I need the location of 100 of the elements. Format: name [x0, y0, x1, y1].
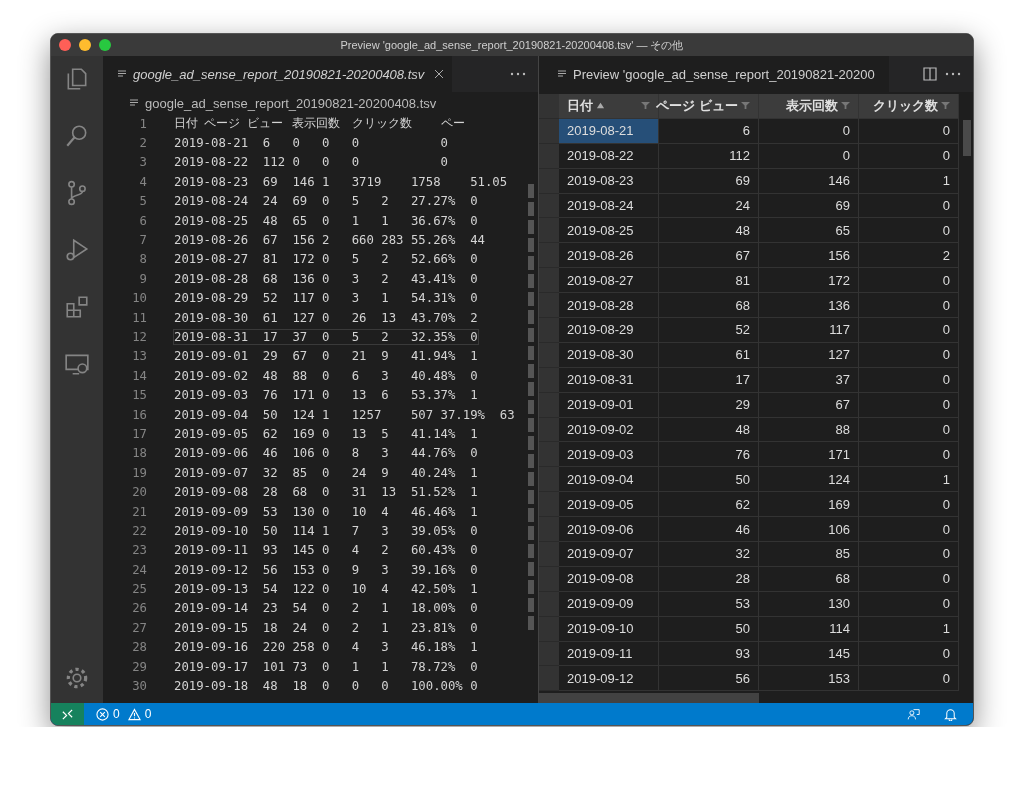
table-cell[interactable]: 2019-08-26	[559, 243, 659, 269]
table-cell[interactable]: 2019-09-01	[559, 392, 659, 418]
warning-icon[interactable]	[127, 707, 141, 721]
table-cell[interactable]: 48	[659, 417, 759, 443]
table-cell[interactable]: 85	[759, 542, 859, 567]
table-cell[interactable]: 2019-09-08	[559, 566, 659, 592]
table-cell[interactable]: 130	[759, 591, 859, 617]
table-cell[interactable]: 0	[859, 417, 959, 443]
table-cell[interactable]: 67	[759, 392, 859, 418]
filter-icon[interactable]	[641, 101, 650, 111]
error-icon[interactable]	[96, 707, 109, 721]
settings-icon[interactable]	[64, 665, 90, 691]
table-cell[interactable]: 0	[759, 118, 859, 144]
filter-icon[interactable]	[841, 101, 850, 111]
table-cell[interactable]: 2019-08-21	[559, 118, 659, 144]
table-cell[interactable]: 2019-08-24	[559, 193, 659, 219]
more-actions-icon[interactable]	[945, 72, 961, 76]
table-cell[interactable]: 0	[859, 542, 959, 567]
table-cell[interactable]: 171	[759, 442, 859, 468]
table-cell[interactable]: 37	[759, 367, 859, 393]
table-cell[interactable]: 0	[859, 342, 959, 368]
more-actions-icon[interactable]	[510, 72, 526, 76]
table-cell[interactable]: 2019-09-02	[559, 417, 659, 443]
minimize-window-button[interactable]	[79, 39, 91, 51]
table-cell[interactable]: 2	[859, 243, 959, 269]
table-cell[interactable]: 0	[859, 641, 959, 667]
table-cell[interactable]: 17	[659, 367, 759, 393]
table-cell[interactable]: 46	[659, 517, 759, 543]
table-cell[interactable]: 0	[859, 367, 959, 393]
table-cell[interactable]: 0	[859, 666, 959, 692]
table-cell[interactable]: 67	[659, 243, 759, 269]
table-cell[interactable]: 127	[759, 342, 859, 368]
table-cell[interactable]: 0	[859, 442, 959, 468]
table-cell[interactable]: 0	[859, 492, 959, 518]
table-cell[interactable]: 50	[659, 616, 759, 642]
table-cell[interactable]: 52	[659, 318, 759, 343]
table-cell[interactable]: 124	[759, 467, 859, 493]
table-cell[interactable]: 2019-08-31	[559, 367, 659, 393]
column-header[interactable]: クリック数	[859, 94, 959, 119]
table-cell[interactable]: 0	[859, 591, 959, 617]
table-cell[interactable]: 106	[759, 517, 859, 543]
table-cell[interactable]: 2019-09-11	[559, 641, 659, 667]
table-cell[interactable]: 1	[859, 616, 959, 642]
table-cell[interactable]: 69	[659, 168, 759, 194]
column-header[interactable]: 表示回数	[759, 94, 859, 119]
feedback-icon[interactable]	[907, 707, 920, 721]
error-count[interactable]: 0	[113, 707, 120, 721]
table-cell[interactable]: 0	[859, 218, 959, 244]
table-cell[interactable]: 88	[759, 417, 859, 443]
filter-icon[interactable]	[741, 101, 750, 111]
table-cell[interactable]: 6	[659, 118, 759, 144]
extensions-icon[interactable]	[64, 294, 90, 320]
table-cell[interactable]: 61	[659, 342, 759, 368]
table-cell[interactable]: 136	[759, 293, 859, 318]
bell-icon[interactable]	[944, 707, 957, 721]
table-cell[interactable]: 0	[859, 517, 959, 543]
table-cell[interactable]: 156	[759, 243, 859, 269]
scrollbar[interactable]	[539, 693, 759, 703]
table-cell[interactable]: 68	[659, 293, 759, 318]
table-cell[interactable]: 2019-09-12	[559, 666, 659, 692]
table-cell[interactable]: 0	[859, 118, 959, 144]
table-cell[interactable]: 0	[859, 193, 959, 219]
table-cell[interactable]: 2019-09-03	[559, 442, 659, 468]
zoom-window-button[interactable]	[99, 39, 111, 51]
table-cell[interactable]: 2019-09-05	[559, 492, 659, 518]
table-cell[interactable]: 2019-08-23	[559, 168, 659, 194]
table-cell[interactable]: 2019-08-22	[559, 143, 659, 169]
table-cell[interactable]: 0	[759, 143, 859, 169]
table-cell[interactable]: 81	[659, 268, 759, 294]
table-cell[interactable]: 1	[859, 467, 959, 493]
table-cell[interactable]: 2019-08-28	[559, 293, 659, 318]
editor-tab[interactable]: google_ad_sense_report_20190821-20200408.tsv	[103, 56, 453, 92]
table-cell[interactable]: 2019-09-07	[559, 542, 659, 567]
table-cell[interactable]: 1	[859, 168, 959, 194]
table-cell[interactable]: 172	[759, 268, 859, 294]
table-cell[interactable]: 93	[659, 641, 759, 667]
breadcrumb[interactable]: google_ad_sense_report_20190821-20200408.tsv	[145, 95, 437, 111]
table-cell[interactable]: 0	[859, 392, 959, 418]
split-editor-icon[interactable]	[923, 67, 937, 81]
table-cell[interactable]: 117	[759, 318, 859, 343]
filter-icon[interactable]	[941, 101, 950, 111]
table-cell[interactable]: 65	[759, 218, 859, 244]
table-cell[interactable]: 32	[659, 542, 759, 567]
table-cell[interactable]: 50	[659, 467, 759, 493]
table-cell[interactable]: 0	[859, 566, 959, 592]
table-cell[interactable]: 2019-08-27	[559, 268, 659, 294]
table-cell[interactable]: 2019-08-25	[559, 218, 659, 244]
table-cell[interactable]: 29	[659, 392, 759, 418]
table-cell[interactable]: 62	[659, 492, 759, 518]
table-cell[interactable]: 114	[759, 616, 859, 642]
table-cell[interactable]: 0	[859, 143, 959, 169]
table-cell[interactable]: 146	[759, 168, 859, 194]
table-cell[interactable]: 53	[659, 591, 759, 617]
table-cell[interactable]: 68	[759, 566, 859, 592]
close-icon[interactable]	[434, 69, 445, 79]
table-cell[interactable]: 2019-09-06	[559, 517, 659, 543]
scrollbar[interactable]	[963, 120, 971, 156]
preview-tab[interactable]: Preview 'google_ad_sense_report_20190821-20200	[539, 56, 889, 92]
table-cell[interactable]: 2019-09-09	[559, 591, 659, 617]
table-cell[interactable]: 0	[859, 318, 959, 343]
